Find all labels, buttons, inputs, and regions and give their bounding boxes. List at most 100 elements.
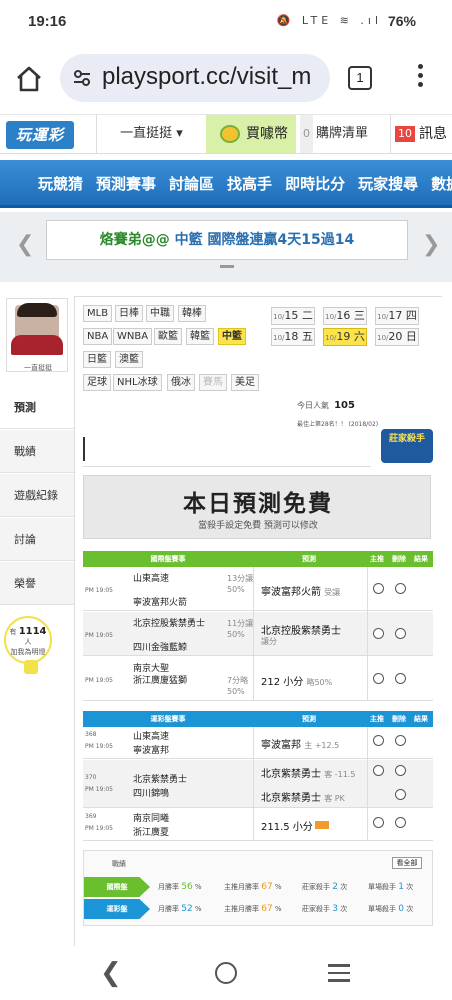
league-chip[interactable]: 日棒 (115, 305, 143, 322)
bulb-icon (24, 660, 38, 674)
league-chip[interactable]: 韓棒 (178, 305, 206, 322)
user-menu-dropdown[interactable]: 一直挺挺 ▾ (96, 115, 206, 153)
league-chip[interactable]: 中職 (146, 305, 174, 322)
sidebar-item-discuss[interactable]: 討論 (0, 518, 74, 561)
table-header: 國際盤賽事 預測 主推 刪除 結果 (83, 551, 433, 567)
cart-label: 購牌清單 (316, 126, 369, 141)
nav-item-live-score[interactable]: 即時比分 (285, 175, 345, 193)
user-name: 一直挺挺 (24, 364, 52, 372)
taiwan-lottery-table: 運彩盤賽事 預測 主推 刪除 結果 368 PM 19:05 山東高速 寧波富邦… (83, 711, 433, 841)
table-row: PM 19:05 北京控股紫禁勇士 四川金強藍鯨 11分讓 50% 北京控股紫禁… (83, 612, 433, 656)
site-logo[interactable]: 玩運彩 (6, 121, 74, 149)
main-pick-radio[interactable] (373, 735, 384, 746)
nav-item-experts[interactable]: 找高手 (227, 175, 272, 193)
sidebar-item-honor[interactable]: 榮譽 (0, 562, 74, 605)
record-row-taiwan: 運彩盤 月勝率 52 % 主推月勝率 67 % 莊家殺手 3 次 單場殺手 0 … (84, 899, 434, 919)
league-chip[interactable]: NBA (83, 328, 113, 345)
sidebar-item-game-log[interactable]: 遊戲紀錄 (0, 474, 74, 517)
date-tab[interactable]: 10/17 四 (375, 307, 419, 325)
main-pick-radio[interactable] (373, 765, 384, 776)
main-pick-radio[interactable] (373, 817, 384, 828)
coin-icon (220, 125, 240, 143)
delete-radio[interactable] (395, 628, 406, 639)
record-label: 戰績 (112, 860, 126, 868)
league-chip[interactable]: 美足 (231, 374, 259, 391)
text-cursor-area[interactable] (83, 433, 371, 467)
date-tab[interactable]: 10/20 日 (375, 328, 419, 346)
date-tab[interactable]: 10/15 二 (271, 307, 315, 325)
messages-link[interactable]: 10 訊息 (390, 115, 452, 153)
league-chip[interactable]: 歐籃 (154, 328, 182, 345)
fans-unit: 人 (24, 638, 32, 646)
league-chip-selected[interactable]: 中籃 (218, 328, 246, 345)
status-icons: 🔕 LTE ≋ .ıl (276, 14, 382, 27)
nav-item-bet[interactable]: 玩競猜 (38, 175, 83, 193)
date-tab[interactable]: 10/16 三 (323, 307, 367, 325)
record-summary: 戰績 看全部 國際盤 月勝率 56 % 主推月勝率 67 % 莊家殺手 2 次 … (83, 850, 433, 926)
address-bar[interactable]: playsport.cc/visit_m (60, 54, 330, 102)
date-tab-selected[interactable]: 10/19 六 (323, 328, 367, 346)
league-chip[interactable]: NHL冰球 (113, 374, 162, 391)
league-chip[interactable]: 足球 (83, 374, 111, 391)
url-text: playsport.cc/visit_m (102, 63, 312, 90)
league-chip[interactable]: MLB (83, 305, 113, 322)
main-nav: 玩競猜預測賽事討論區找高手即時比分玩家搜尋數據 (0, 160, 452, 208)
fans-prefix: 有 (9, 628, 17, 636)
table-row: 368 PM 19:05 山東高速 寧波富邦 寧波富邦 主 +12.5 (83, 727, 433, 759)
table-row: PM 19:05 南京大聖 浙江廣廈猛獅 7分略 50% 212 小分 略50% (83, 657, 433, 701)
overflow-menu-icon[interactable] (415, 64, 425, 94)
cart-link[interactable]: 0 購牌清單 (300, 115, 382, 153)
main-pick-radio[interactable] (373, 583, 384, 594)
nav-item-data[interactable]: 數據 (431, 175, 452, 193)
delete-radio[interactable] (395, 817, 406, 828)
hot-icon (314, 821, 329, 829)
delete-radio[interactable] (395, 765, 406, 776)
delete-radio[interactable] (395, 673, 406, 684)
main-pick-radio[interactable] (373, 628, 384, 639)
browser-toolbar: playsport.cc/visit_m 1 (0, 44, 452, 114)
delete-radio[interactable] (395, 583, 406, 594)
ticker-pager (220, 265, 234, 268)
buy-coins-button[interactable]: 買噱幣 (206, 115, 296, 153)
chevron-left-icon[interactable]: ❮ (16, 232, 34, 257)
view-all-button[interactable]: 看全部 (392, 857, 422, 869)
home-icon[interactable] (14, 64, 44, 94)
sidebar-item-predict[interactable]: 預測 (0, 386, 74, 429)
league-chip[interactable]: 韓籃 (186, 328, 214, 345)
avatar[interactable]: 一直挺挺 (6, 298, 68, 372)
fans-bulb[interactable]: 有 1114 人 加我為明燈 (4, 616, 52, 674)
recent-apps-icon[interactable] (328, 964, 350, 987)
table-row: 369 PM 19:05 南京同曦 浙江廣夏 211.5 小分 (83, 809, 433, 841)
android-nav-bar: ❮ (0, 946, 452, 1000)
intl-odds-table: 國際盤賽事 預測 主推 刪除 結果 PM 19:05 山東高速 寧波富邦火箭 1… (83, 551, 433, 701)
home-circle-icon[interactable] (215, 962, 237, 984)
nav-item-player-search[interactable]: 玩家搜尋 (358, 175, 418, 193)
site-header: 玩運彩 一直挺挺 ▾ 買噱幣 0 購牌清單 10 訊息 (0, 114, 452, 154)
banner-subtitle: 當殺手設定免費 預測可以修改 (198, 521, 318, 531)
date-tab[interactable]: 10/18 五 (271, 328, 315, 346)
chevron-right-icon[interactable]: ❯ (422, 232, 440, 257)
league-chip[interactable]: 日籃 (83, 351, 111, 368)
battery-level: 76% (387, 13, 416, 29)
ticker-text: 國際盤連贏4天15過14 (207, 232, 355, 248)
league-chip[interactable]: 俄冰 (167, 374, 195, 391)
cart-count: 0 (300, 115, 313, 153)
back-icon[interactable]: ❮ (100, 958, 122, 988)
ticker-league: 中籃 (174, 232, 203, 248)
league-chip[interactable]: WNBA (113, 328, 153, 345)
sidebar-item-record[interactable]: 戰績 (0, 430, 74, 473)
main-pick-radio[interactable] (373, 673, 384, 684)
nav-item-predict[interactable]: 預測賽事 (96, 175, 156, 193)
league-chip: 賽馬 (199, 374, 227, 391)
free-prediction-banner: 本日預測免費 當殺手設定免費 預測可以修改 (83, 475, 431, 539)
nav-item-forum[interactable]: 討論區 (169, 175, 214, 193)
delete-radio[interactable] (395, 789, 406, 800)
message-count-badge: 10 (395, 126, 415, 142)
site-settings-icon[interactable] (72, 69, 92, 87)
tab-switcher-button[interactable]: 1 (348, 66, 372, 90)
league-chip[interactable]: 澳籃 (115, 351, 143, 368)
buy-coins-label: 買噱幣 (246, 126, 288, 142)
messages-label: 訊息 (419, 126, 447, 142)
ticker-message[interactable]: 烙賽弟@@ 中籃 國際盤連贏4天15過14 (46, 220, 408, 260)
delete-radio[interactable] (395, 735, 406, 746)
